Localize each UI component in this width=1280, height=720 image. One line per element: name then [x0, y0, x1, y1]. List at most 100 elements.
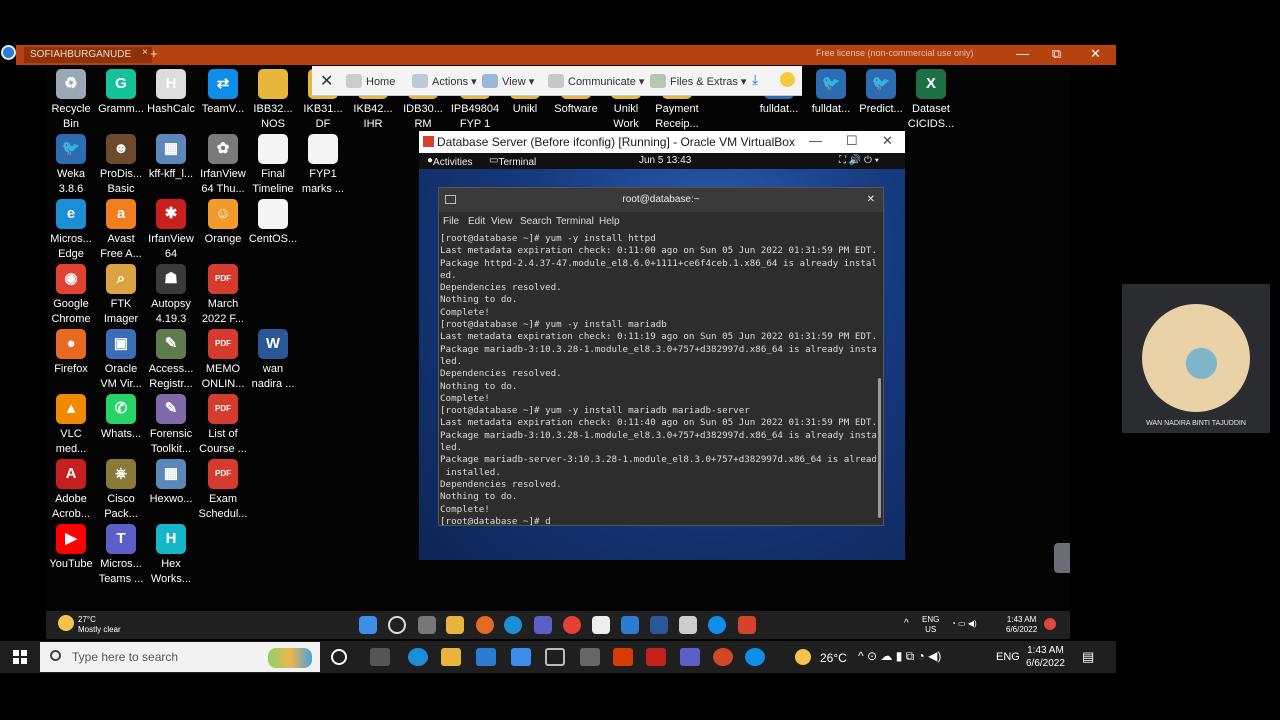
- menu-edit[interactable]: Edit: [468, 216, 485, 227]
- desktop-icon[interactable]: G Gramm...: [96, 69, 146, 117]
- powerpoint-icon[interactable]: [713, 648, 733, 666]
- terminal-scrollbar[interactable]: [878, 378, 881, 518]
- close-button[interactable]: ✕: [1090, 46, 1101, 62]
- desktop-icon[interactable]: ◉ Google Chrome: [46, 264, 96, 327]
- chrome-icon[interactable]: [563, 616, 581, 634]
- search-icon[interactable]: [388, 616, 406, 634]
- minimize-button[interactable]: —: [1016, 46, 1029, 61]
- desktop-icon[interactable]: 🐦 Predict...: [856, 69, 906, 117]
- desktop-icon[interactable]: a Avast Free A...: [96, 199, 146, 262]
- teams-icon[interactable]: [680, 648, 700, 666]
- desktop-icon[interactable]: 🐦 fulldat...: [806, 69, 856, 117]
- file-explorer-icon[interactable]: [441, 648, 461, 666]
- vbox-close-button[interactable]: ✕: [882, 133, 893, 149]
- menu-terminal[interactable]: Terminal: [556, 216, 594, 227]
- desktop-icon[interactable]: ♻ Recycle Bin: [46, 69, 96, 132]
- desktop-icon[interactable]: PDF Exam Schedul...: [198, 459, 248, 522]
- desktop-icon[interactable]: ✱ IrfanView 64: [146, 199, 196, 262]
- edge-icon[interactable]: [504, 616, 522, 634]
- desktop-icon[interactable]: ● Firefox: [46, 329, 96, 377]
- desktop-icon[interactable]: T Micros... Teams ...: [96, 524, 146, 587]
- clock-widget[interactable]: 1:43 AM 6/6/2022: [1006, 615, 1037, 635]
- desktop-icon[interactable]: Wwan nadira ...: [248, 329, 298, 392]
- desktop-icon[interactable]: ⌕ FTK Imager: [96, 264, 146, 327]
- word-icon[interactable]: [650, 616, 668, 634]
- desktop-icon[interactable]: PDF March 2022 F...: [198, 264, 248, 327]
- edge-icon[interactable]: [408, 648, 428, 666]
- menu-search[interactable]: Search: [520, 216, 552, 227]
- desktop-icon[interactable]: FYP1 marks ...: [298, 134, 348, 197]
- store-icon[interactable]: [592, 616, 610, 634]
- tab-close-icon[interactable]: ×: [142, 47, 148, 58]
- terminal-close-icon[interactable]: ✕: [867, 188, 875, 212]
- desktop-icon[interactable]: ☺ Orange: [198, 199, 248, 247]
- restore-button[interactable]: ⧉: [1052, 46, 1061, 62]
- weather-moon-icon[interactable]: [795, 649, 811, 665]
- outlook-icon[interactable]: [621, 616, 639, 634]
- close-session-icon[interactable]: ✕: [320, 71, 333, 91]
- notification-icon[interactable]: [1044, 618, 1056, 630]
- office-icon[interactable]: [613, 648, 633, 666]
- menu-help[interactable]: Help: [599, 216, 620, 227]
- tray-icons[interactable]: ^ ⊙ ☁ ▮ ⧉ ◔ ◀): [858, 649, 941, 664]
- store-icon[interactable]: [476, 648, 496, 666]
- cube-app-icon[interactable]: [545, 648, 565, 666]
- weather-temp[interactable]: 26°C: [820, 651, 847, 665]
- teamviewer-taskbar-icon[interactable]: [708, 616, 726, 634]
- desktop-icon[interactable]: ⎈ Cisco Pack...: [96, 459, 146, 522]
- windows-start-icon[interactable]: [13, 650, 27, 664]
- teamviewer-icon[interactable]: [745, 648, 765, 666]
- desktop-icon[interactable]: IBB32... NOS: [248, 69, 298, 132]
- file-explorer-icon[interactable]: [446, 616, 464, 634]
- terminal-output[interactable]: [root@database ~]# yum -y install httpd L…: [440, 233, 876, 525]
- desktop-icon[interactable]: ✆ Whats...: [96, 394, 146, 442]
- network-volume-icons[interactable]: ◔ ▭ ◀): [951, 619, 977, 629]
- home-button[interactable]: Home: [346, 74, 395, 88]
- desktop-icon[interactable]: X Dataset CICIDS...: [906, 69, 956, 132]
- desktop-icon[interactable]: ⇄ TeamV...: [198, 69, 248, 117]
- menu-file[interactable]: File: [443, 216, 459, 227]
- teams-icon[interactable]: [534, 616, 552, 634]
- show-hidden-icons[interactable]: ^: [904, 619, 909, 629]
- desktop-icon[interactable]: Final Timeline: [248, 134, 298, 197]
- teamviewer-app-icon[interactable]: [1, 45, 16, 60]
- acrobat-icon[interactable]: [646, 648, 666, 666]
- task-view-icon[interactable]: [370, 648, 390, 666]
- firefox-icon[interactable]: [476, 616, 494, 634]
- actions-menu[interactable]: Actions ▾: [412, 74, 477, 88]
- view-menu[interactable]: View ▾: [482, 74, 534, 88]
- desktop-icon[interactable]: PDF List of Course ...: [198, 394, 248, 457]
- weather-widget[interactable]: 27°C Mostly clear: [58, 615, 121, 635]
- desktop-icon[interactable]: A Adobe Acrob...: [46, 459, 96, 522]
- desktop-icon[interactable]: ▣ Oracle VM Vir...: [96, 329, 146, 392]
- activities-button[interactable]: ● Activities: [427, 155, 473, 168]
- files-extras-menu[interactable]: Files & Extras ▾: [650, 74, 746, 88]
- language-indicator[interactable]: ENG: [996, 651, 1020, 663]
- new-tab-icon[interactable]: [445, 195, 456, 204]
- mail-icon[interactable]: [511, 648, 531, 666]
- app-m-icon[interactable]: [580, 648, 600, 666]
- cortana-icon[interactable]: [331, 649, 347, 665]
- menu-view[interactable]: View: [491, 216, 513, 227]
- task-view-icon[interactable]: [418, 616, 436, 634]
- system-tray[interactable]: ⛶ 🔊 ⏻ ▾: [839, 155, 879, 166]
- desktop-icon[interactable]: H Hex Works...: [146, 524, 196, 587]
- desktop-icon[interactable]: ▶ YouTube: [46, 524, 96, 572]
- desktop-icon[interactable]: ▦ Hexwo...: [146, 459, 196, 507]
- virtualbox-taskbar-icon[interactable]: [738, 616, 756, 634]
- notifications-icon[interactable]: ▤: [1082, 649, 1094, 665]
- remote-session-tab[interactable]: SOFIAHBURGANUDE: [24, 47, 152, 63]
- desktop-icon[interactable]: ▲ VLC med...: [46, 394, 96, 457]
- cube-app-icon[interactable]: [679, 616, 697, 634]
- desktop-icon[interactable]: ✎ Access... Registr...: [146, 329, 196, 392]
- vbox-maximize-button[interactable]: ☐: [846, 133, 858, 149]
- desktop-icon[interactable]: e Micros... Edge: [46, 199, 96, 262]
- desktop-icon[interactable]: PDF MEMO ONLIN...: [198, 329, 248, 392]
- search-box[interactable]: Type here to search: [40, 642, 320, 672]
- download-icon[interactable]: ⤓: [752, 71, 758, 88]
- desktop-icon[interactable]: ✿ IrfanView 64 Thu...: [198, 134, 248, 197]
- desktop-icon[interactable]: H HashCalc: [146, 69, 196, 117]
- desktop-icon[interactable]: 🐦 Weka 3.8.6: [46, 134, 96, 197]
- feedback-emoji-icon[interactable]: [780, 72, 795, 87]
- start-icon[interactable]: [359, 616, 377, 634]
